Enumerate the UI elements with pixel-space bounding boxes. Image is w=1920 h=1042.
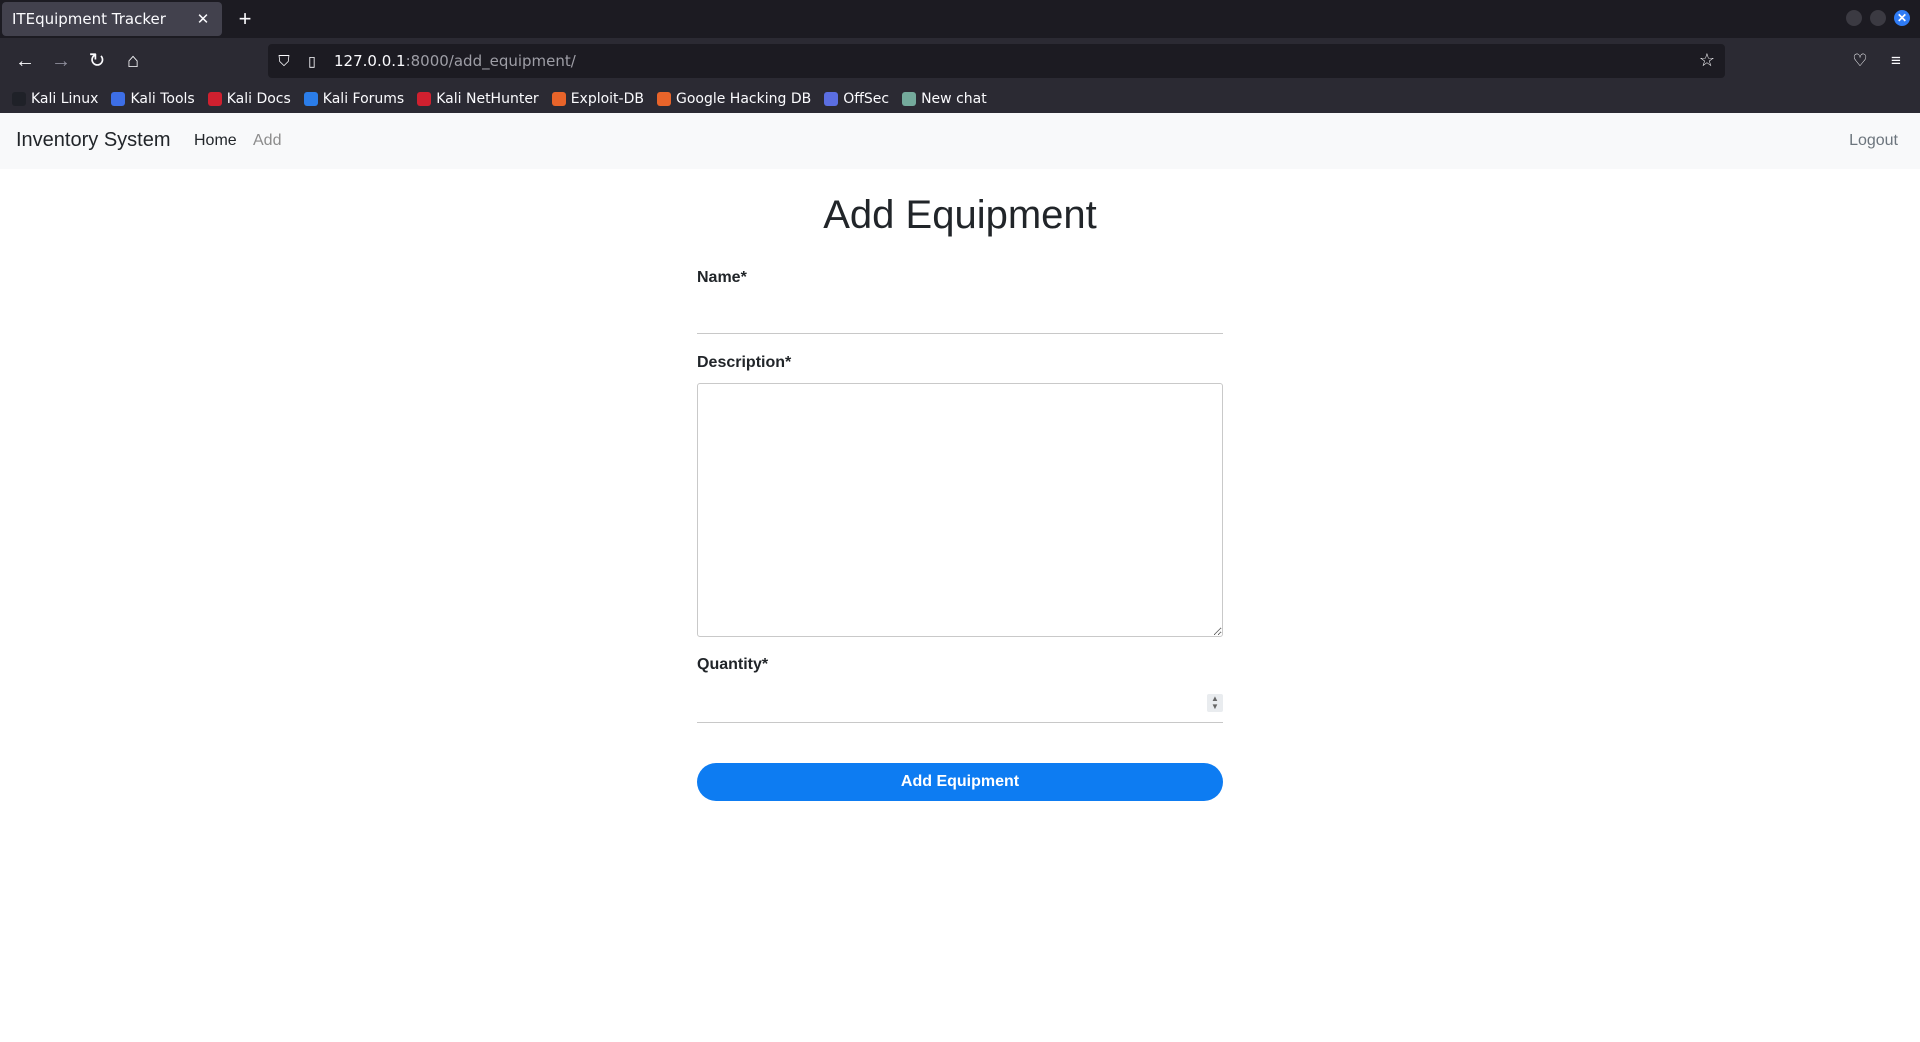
back-arrow-icon[interactable]: ← bbox=[12, 48, 38, 74]
bookmark-star-icon[interactable]: ☆ bbox=[1699, 50, 1715, 71]
bookmark-item[interactable]: Google Hacking DB bbox=[656, 90, 812, 107]
quantity-label: Quantity* bbox=[697, 656, 769, 673]
bookmarks-bar: Kali Linux Kali Tools Kali Docs Kali Forums… bbox=[0, 84, 1920, 113]
shield-icon[interactable]: ⛉ bbox=[276, 53, 292, 70]
bookmark-item[interactable]: Kali Forums bbox=[303, 90, 405, 107]
new-tab-button[interactable]: + bbox=[232, 6, 258, 32]
url-path: :8000/add_equipment/ bbox=[405, 52, 576, 70]
nav-home-link[interactable]: Home bbox=[194, 132, 237, 150]
kali-docs-icon bbox=[207, 91, 222, 106]
close-tab-icon[interactable]: ✕ bbox=[194, 10, 212, 28]
minimize-button[interactable] bbox=[1846, 10, 1862, 26]
ghdb-icon bbox=[656, 91, 671, 106]
reload-icon[interactable]: ↻ bbox=[84, 48, 110, 74]
url-bar[interactable]: ⛉ ▯ 127.0.0.1:8000/add_equipment/ ☆ bbox=[268, 44, 1725, 78]
bookmark-label: Kali Linux bbox=[31, 90, 99, 107]
browser-toolbar: ← → ↻ ⌂ ⛉ ▯ 127.0.0.1:8000/add_equipment… bbox=[0, 38, 1920, 84]
description-label: Description* bbox=[697, 354, 792, 371]
quantity-stepper[interactable]: ▲ ▼ bbox=[1207, 694, 1223, 712]
exploit-db-icon bbox=[551, 91, 566, 106]
quantity-input[interactable] bbox=[697, 691, 1223, 723]
tab-title: ITEquipment Tracker bbox=[12, 10, 166, 28]
name-input[interactable] bbox=[697, 302, 1223, 334]
bookmark-item[interactable]: OffSec bbox=[824, 91, 889, 107]
offsec-icon bbox=[824, 91, 839, 106]
bookmark-label: Kali Forums bbox=[322, 90, 405, 107]
bookmark-item[interactable]: Exploit-DB bbox=[551, 90, 644, 107]
chat-icon bbox=[902, 91, 917, 106]
bookmark-item[interactable]: Kali Linux bbox=[12, 91, 98, 107]
nethunter-icon bbox=[417, 91, 432, 106]
bookmark-item[interactable]: Kali NetHunter bbox=[417, 90, 539, 107]
bookmark-label: Kali Tools bbox=[130, 90, 195, 107]
brand-link[interactable]: Inventory System bbox=[16, 129, 171, 152]
logout-link[interactable]: Logout bbox=[1849, 132, 1898, 150]
maximize-button[interactable] bbox=[1870, 10, 1886, 26]
window-controls: ✕ bbox=[1846, 10, 1910, 26]
nav-add-link[interactable]: Add bbox=[253, 132, 281, 150]
url-host: 127.0.0.1 bbox=[334, 52, 406, 70]
kali-forums-icon bbox=[303, 91, 318, 106]
home-icon[interactable]: ⌂ bbox=[120, 48, 146, 74]
page-title: Add Equipment bbox=[823, 193, 1097, 237]
url-text[interactable]: 127.0.0.1:8000/add_equipment/ bbox=[334, 52, 576, 70]
browser-tab-strip: ITEquipment Tracker ✕ + ✕ bbox=[0, 0, 1920, 38]
site-navbar: Inventory System Home Add Logout bbox=[0, 113, 1920, 169]
bookmark-label: Exploit-DB bbox=[570, 90, 644, 107]
kali-dragon-icon bbox=[12, 91, 26, 106]
bookmark-label: OffSec bbox=[843, 90, 890, 107]
bookmark-item[interactable]: Kali Docs bbox=[207, 90, 291, 107]
pocket-icon[interactable]: ♡ bbox=[1848, 49, 1872, 73]
add-equipment-button[interactable]: Add Equipment bbox=[697, 763, 1223, 801]
bookmark-label: Google Hacking DB bbox=[675, 90, 812, 107]
kali-tools-icon bbox=[111, 91, 126, 106]
close-window-button[interactable]: ✕ bbox=[1894, 10, 1910, 26]
bookmark-label: Kali NetHunter bbox=[436, 90, 539, 107]
bookmark-item[interactable]: Kali Tools bbox=[111, 90, 195, 107]
forward-arrow-icon[interactable]: → bbox=[48, 48, 74, 74]
bookmark-label: Kali Docs bbox=[226, 90, 291, 107]
bookmark-item[interactable]: New chat bbox=[902, 91, 987, 107]
description-textarea[interactable] bbox=[697, 383, 1223, 637]
menu-icon[interactable]: ≡ bbox=[1884, 49, 1908, 73]
page-info-icon[interactable]: ▯ bbox=[304, 53, 320, 70]
bookmark-label: New chat bbox=[921, 90, 987, 107]
name-label: Name* bbox=[697, 269, 747, 286]
browser-tab[interactable]: ITEquipment Tracker ✕ bbox=[2, 2, 222, 36]
